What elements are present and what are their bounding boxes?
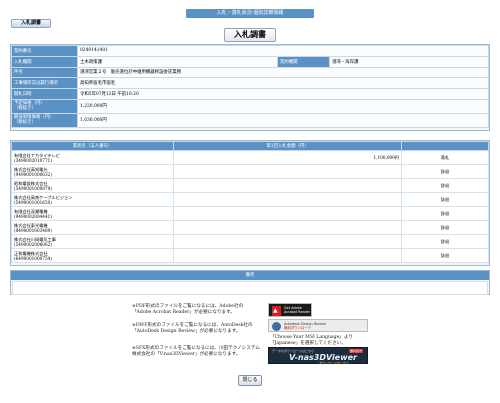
bid-amount	[173, 164, 402, 179]
bid-amount	[173, 192, 402, 207]
value-location: 高知県宿毛市宿毛	[77, 77, 489, 90]
bid-result: 辞退	[401, 220, 489, 235]
corporate-number: (5490001001650)	[14, 199, 52, 205]
autodesk-line1: Autodesk Design Review	[284, 321, 326, 326]
bidders-panel: 業者名（法人番号） 第1回入札金額（円） 有限会社ナカタイテレビ (3490002…	[10, 140, 490, 266]
bid-result: 辞退	[401, 234, 489, 249]
table-row: 株式会社東光電機 (8490001003489) 辞退	[11, 220, 489, 235]
value-contract-agency: 港湾・海岸課	[329, 55, 489, 68]
dwf-note: ※DWF形式のファイルをご覧になるには、AutoDesk社の「AutoDesk …	[132, 323, 253, 335]
bidder-name-cell: 有限会社深瀬電機 (9490002004441)	[11, 206, 174, 221]
v3d-download-text: ダウンロードはこちら	[319, 360, 350, 365]
bid-result: 辞退	[401, 206, 489, 221]
label-minimum-price: 最低制限価格（円） （税抜き）	[11, 112, 78, 128]
tab-bid-record: 入札調書	[11, 19, 51, 28]
value-opening-date: 令和5年07月12日 午前10:20	[77, 88, 489, 100]
info-row-planned-price: 予定価格（円） （税抜き） 1,220,000円	[11, 98, 489, 114]
info-row-subject: 件名 港湾営業２号 販売港位計中継用機器移設委託業務	[11, 66, 489, 79]
corporate-number: (5490002006062)	[14, 241, 52, 247]
value-bid-agency: 土木政策課	[77, 55, 278, 68]
info-row-contract-number: 契約番号 0240141401	[11, 45, 489, 57]
remarks-value	[12, 281, 488, 295]
autodesk-design-review-link[interactable]: Autodesk Design Review 無料ダウンロード	[268, 319, 368, 332]
adobe-acrobat-icon	[272, 306, 281, 316]
bid-result: 落札	[401, 150, 489, 165]
table-row: 有限会社ナカタイテレビ (3490002010771) 1,100,000円 落札	[11, 150, 489, 165]
bidder-name-cell: 株式会社高知電光 (9490001000632)	[11, 164, 174, 179]
value-planned-price: 1,220,000円	[77, 98, 489, 114]
info-row-opening-date: 開札日時 令和5年07月12日 午前10:20	[11, 88, 489, 100]
label-location: 工事場所又は履行場所	[11, 77, 78, 90]
table-row: 昭和電設株式会社 (5490001000879) 辞退	[11, 178, 489, 193]
remarks-label: 備考	[11, 271, 489, 280]
label-contract-agency: 契約機関	[277, 55, 330, 68]
corporate-number: (3490002010771)	[14, 157, 52, 163]
bid-amount	[173, 178, 402, 193]
bid-result: 辞退	[401, 164, 489, 179]
col-header-amount: 第1回入札金額（円）	[173, 141, 402, 151]
bidder-name-cell: 有限会社ナカタイテレビ (3490002010771)	[11, 150, 174, 165]
value-minimum-price: 1,030,000円	[77, 112, 489, 128]
contract-info-table: 契約番号 0240141401 入札機関 土木政策課 契約機関 港湾・海岸課 件…	[11, 45, 489, 128]
remarks-panel: 備考	[10, 270, 490, 295]
bid-amount	[173, 248, 402, 263]
bid-amount	[173, 206, 402, 221]
bid-result: 辞退	[401, 178, 489, 193]
vnas3dviewer-link[interactable]: データのダウンロードはこちら 無料配布 V-nas3DViewer ダウンロード…	[268, 347, 368, 365]
bidder-name-cell: 株式会社川岡電気工事 (5490002006062)	[11, 234, 174, 249]
autodesk-text: Autodesk Design Review 無料ダウンロード	[284, 322, 326, 331]
autodesk-line2: 無料ダウンロード	[284, 326, 312, 331]
adobe-reader-text: Get Adobe Acrobat Reader	[284, 306, 310, 314]
value-contract-number: 0240141401	[77, 45, 489, 57]
info-row-agency: 入札機関 土木政策課 契約機関 港湾・海岸課	[11, 55, 489, 68]
corporate-number: (9490001000632)	[14, 171, 52, 177]
bid-result: 辞退	[401, 248, 489, 263]
bid-amount: 1,100,000円	[173, 150, 402, 165]
table-row: 株式会社川岡電気工事 (5490002006062) 辞退	[11, 234, 489, 249]
bidder-name-cell: 昭和電設株式会社 (5490001000879)	[11, 178, 174, 193]
bidders-header-row: 業者名（法人番号） 第1回入札金額（円）	[11, 141, 489, 151]
col-header-bidder: 業者名（法人番号）	[11, 141, 174, 151]
corporate-number: (9490002004441)	[14, 213, 52, 219]
label-contract-number: 契約番号	[11, 45, 78, 57]
close-button[interactable]: 閉じる	[238, 375, 262, 386]
corporate-number: (6490001000754)	[14, 255, 52, 261]
page-banner: 入札・落札状況-個別詳細情報	[186, 9, 314, 18]
bidders-table: 業者名（法人番号） 第1回入札金額（円） 有限会社ナカタイテレビ (3490002…	[11, 141, 489, 263]
label-opening-date: 開札日時	[11, 88, 78, 100]
page-title: 入札調書	[224, 28, 276, 42]
bid-result: 辞退	[401, 192, 489, 207]
adobe-line2: Acrobat Reader	[284, 310, 311, 315]
bidder-name-cell: 株式会社高南ケーブルビジョン (5490001001650)	[11, 192, 174, 207]
dwf-language-note: 「Choose Your MSI Language」より「Japanese」を選…	[270, 335, 354, 347]
table-row: 株式会社高知電光 (9490001000632) 辞退	[11, 164, 489, 179]
label-bid-agency: 入札機関	[11, 55, 78, 68]
info-row-minimum-price: 最低制限価格（円） （税抜き） 1,030,000円	[11, 112, 489, 128]
sfx-note: ※SFX形式のファイルをご覧になるには、川田テクノシステム株式会社の「V-nas…	[132, 346, 260, 358]
autodesk-icon	[272, 322, 281, 331]
corporate-number: (5490001000879)	[14, 185, 52, 191]
corporate-number: (8490001003489)	[14, 227, 52, 233]
bid-amount	[173, 220, 402, 235]
pdf-note: ※PDF形式のファイルをご覧になるには、Adobe社の「Adobe Acroba…	[132, 304, 244, 316]
label-subject: 件名	[11, 66, 78, 79]
bid-amount	[173, 234, 402, 249]
info-row-location: 工事場所又は履行場所 高知県宿毛市宿毛	[11, 77, 489, 90]
table-row: 正和電機株式会社 (6490001000754) 辞退	[11, 248, 489, 263]
label-planned-price: 予定価格（円） （税抜き）	[11, 98, 78, 114]
table-row: 有限会社深瀬電機 (9490002004441) 辞退	[11, 206, 489, 221]
bidder-name-cell: 株式会社東光電機 (8490001003489)	[11, 220, 174, 235]
value-subject: 港湾営業２号 販売港位計中継用機器移設委託業務	[77, 66, 489, 79]
bidder-name-cell: 正和電機株式会社 (6490001000754)	[11, 248, 174, 263]
table-row: 株式会社高南ケーブルビジョン (5490001001650) 辞退	[11, 192, 489, 207]
adobe-reader-link[interactable]: Get Adobe Acrobat Reader	[268, 303, 312, 317]
col-header-result	[401, 141, 489, 151]
contract-info-panel: 契約番号 0240141401 入札機関 土木政策課 契約機関 港湾・海岸課 件…	[10, 44, 490, 131]
